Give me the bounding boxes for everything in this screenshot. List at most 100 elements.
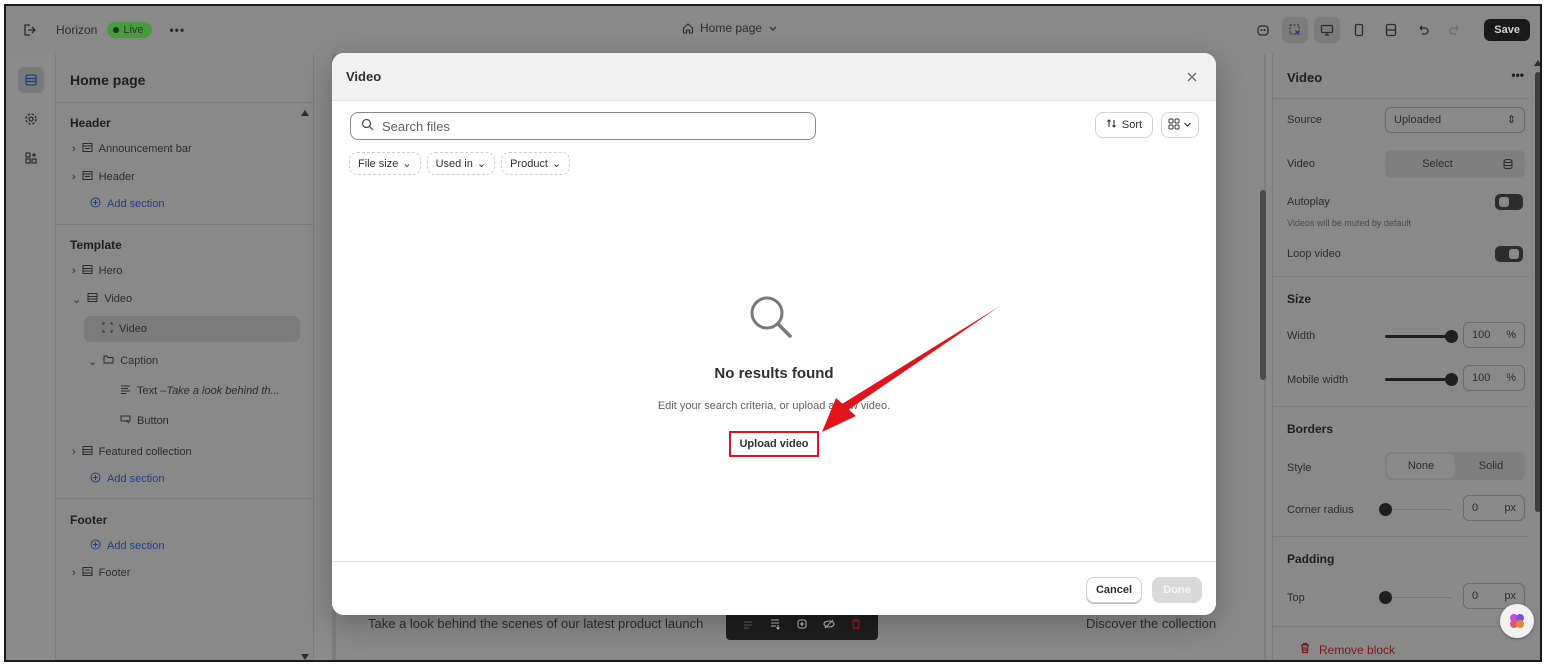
assistant-bubble[interactable] bbox=[1500, 604, 1534, 638]
more-actions-button[interactable]: ••• bbox=[170, 23, 186, 37]
plus-circle-icon bbox=[90, 472, 101, 486]
close-icon[interactable] bbox=[1182, 67, 1202, 87]
mobile-width-value: 100 bbox=[1472, 372, 1491, 384]
width-slider[interactable] bbox=[1385, 330, 1458, 343]
video-label: Video bbox=[1287, 158, 1315, 170]
duplicate-icon[interactable] bbox=[796, 618, 808, 630]
filter-file-size[interactable]: File size ⌄ bbox=[349, 152, 421, 175]
source-select[interactable]: Uploaded ⇕ bbox=[1385, 107, 1525, 133]
cancel-button[interactable]: Cancel bbox=[1086, 577, 1142, 603]
sidebar-item-announcement-bar[interactable]: › Announcement bar bbox=[72, 142, 192, 156]
sidebar-item-video-block[interactable]: Video bbox=[102, 322, 147, 336]
sidebar-item-label: Video bbox=[104, 293, 133, 305]
slider-knob[interactable] bbox=[1379, 591, 1392, 604]
page-selector-label: Home page bbox=[700, 21, 763, 35]
divider bbox=[1273, 98, 1529, 99]
header-section-icon bbox=[82, 170, 93, 184]
sidebar-item-label: Footer bbox=[98, 567, 131, 579]
sidebar-item-header[interactable]: › Header bbox=[72, 170, 135, 184]
chevron-down-icon: ⌄ bbox=[552, 158, 562, 170]
ai-assistant-icon[interactable] bbox=[1250, 17, 1276, 43]
caption-text: Take a look behind the scenes of our lat… bbox=[368, 616, 704, 631]
top-padding-slider[interactable] bbox=[1379, 591, 1451, 604]
inspector-icon[interactable] bbox=[1282, 17, 1309, 43]
sidebar-item-hero[interactable]: › Hero bbox=[72, 264, 123, 278]
view-toggle-button[interactable] bbox=[1161, 112, 1199, 138]
redo-icon[interactable] bbox=[1442, 17, 1468, 43]
video-select-button[interactable]: Select bbox=[1385, 150, 1490, 178]
group-template: Template bbox=[70, 238, 122, 252]
sparkle-brain-icon bbox=[1510, 614, 1524, 628]
slider-knob[interactable] bbox=[1445, 330, 1458, 343]
done-button[interactable]: Done bbox=[1152, 577, 1202, 603]
width-input[interactable]: 100 % bbox=[1463, 322, 1525, 348]
remove-block-button[interactable]: Remove block bbox=[1299, 642, 1395, 657]
scroll-up-icon[interactable] bbox=[301, 110, 309, 116]
style-option-solid[interactable]: Solid bbox=[1457, 452, 1525, 480]
sidebar-item-text[interactable]: Text – Take a look behind th... bbox=[120, 384, 280, 398]
style-option-none[interactable]: None bbox=[1387, 454, 1455, 478]
top-bar: Horizon Live ••• Home page Save bbox=[6, 6, 1540, 54]
settings-icon[interactable] bbox=[18, 106, 44, 132]
empty-state-subtitle: Edit your search criteria, or upload a n… bbox=[657, 400, 891, 412]
chevron-right-icon: › bbox=[72, 567, 76, 579]
sidebar-item-video-section[interactable]: ⌄ Video bbox=[72, 292, 132, 306]
loop-toggle[interactable] bbox=[1495, 246, 1523, 262]
database-icon[interactable] bbox=[1490, 150, 1525, 178]
top-padding-label: Top bbox=[1287, 592, 1305, 604]
settings-scrollbar[interactable] bbox=[1535, 72, 1540, 512]
chevron-right-icon: › bbox=[72, 143, 76, 155]
apps-icon[interactable] bbox=[18, 145, 44, 171]
settings-more-button[interactable]: ••• bbox=[1511, 68, 1524, 82]
corner-radius-input[interactable]: 0 px bbox=[1463, 495, 1525, 521]
corner-radius-value: 0 bbox=[1472, 502, 1479, 514]
add-section-label: Add section bbox=[107, 473, 165, 485]
sort-icon bbox=[1106, 118, 1117, 132]
chevron-right-icon: › bbox=[72, 446, 76, 458]
add-section-label: Add section bbox=[107, 198, 165, 210]
full-width-icon[interactable] bbox=[1378, 17, 1404, 43]
slider-knob[interactable] bbox=[1379, 503, 1392, 516]
canvas-scrollbar[interactable] bbox=[1260, 190, 1266, 380]
search-input[interactable]: Search files bbox=[350, 112, 816, 140]
move-down-icon[interactable] bbox=[769, 618, 781, 630]
sort-button[interactable]: Sort bbox=[1095, 112, 1153, 138]
scroll-down-icon[interactable] bbox=[301, 654, 309, 660]
corner-radius-unit: px bbox=[1504, 502, 1516, 514]
sidebar-item-caption[interactable]: ⌄ Caption bbox=[88, 354, 158, 368]
filter-bar: File size ⌄ Used in ⌄ Product ⌄ bbox=[349, 152, 571, 175]
exit-icon[interactable] bbox=[22, 23, 36, 37]
upload-video-button[interactable]: Upload video bbox=[729, 431, 819, 457]
sections-icon[interactable] bbox=[18, 67, 44, 93]
sections-panel: Home page Header › Announcement bar › He… bbox=[56, 54, 314, 660]
slider-track bbox=[1385, 378, 1451, 381]
save-button[interactable]: Save bbox=[1484, 19, 1530, 41]
filter-product[interactable]: Product ⌄ bbox=[501, 152, 571, 175]
corner-radius-slider[interactable] bbox=[1379, 503, 1451, 516]
page-selector[interactable]: Home page bbox=[682, 21, 778, 35]
undo-icon[interactable] bbox=[1410, 17, 1436, 43]
move-up-icon[interactable] bbox=[742, 618, 754, 630]
desktop-view-icon[interactable] bbox=[1314, 17, 1341, 43]
mobile-width-input[interactable]: 100 % bbox=[1463, 365, 1525, 391]
divider bbox=[1273, 276, 1529, 277]
collection-link[interactable]: Discover the collection bbox=[1086, 616, 1216, 631]
scroll-up-icon[interactable] bbox=[1534, 60, 1540, 66]
filter-used-in[interactable]: Used in ⌄ bbox=[426, 152, 496, 175]
mobile-width-slider[interactable] bbox=[1385, 373, 1458, 386]
modal-title: Video bbox=[346, 69, 382, 84]
sidebar-item-featured-collection[interactable]: › Featured collection bbox=[72, 445, 192, 459]
add-section-header-button[interactable]: Add section bbox=[90, 197, 164, 211]
autoplay-toggle[interactable] bbox=[1495, 194, 1523, 210]
slider-knob[interactable] bbox=[1445, 373, 1458, 386]
search-empty-icon bbox=[743, 289, 801, 347]
sidebar-item-button[interactable]: Button bbox=[120, 414, 169, 428]
mobile-view-icon[interactable] bbox=[1346, 17, 1372, 43]
add-section-template-button[interactable]: Add section bbox=[90, 472, 164, 486]
delete-icon[interactable] bbox=[850, 618, 862, 630]
left-rail bbox=[6, 54, 56, 660]
sidebar-item-footer[interactable]: › Footer bbox=[72, 566, 130, 580]
section-icon bbox=[82, 264, 93, 278]
hide-icon[interactable] bbox=[823, 618, 835, 630]
add-section-footer-button[interactable]: Add section bbox=[90, 539, 164, 553]
